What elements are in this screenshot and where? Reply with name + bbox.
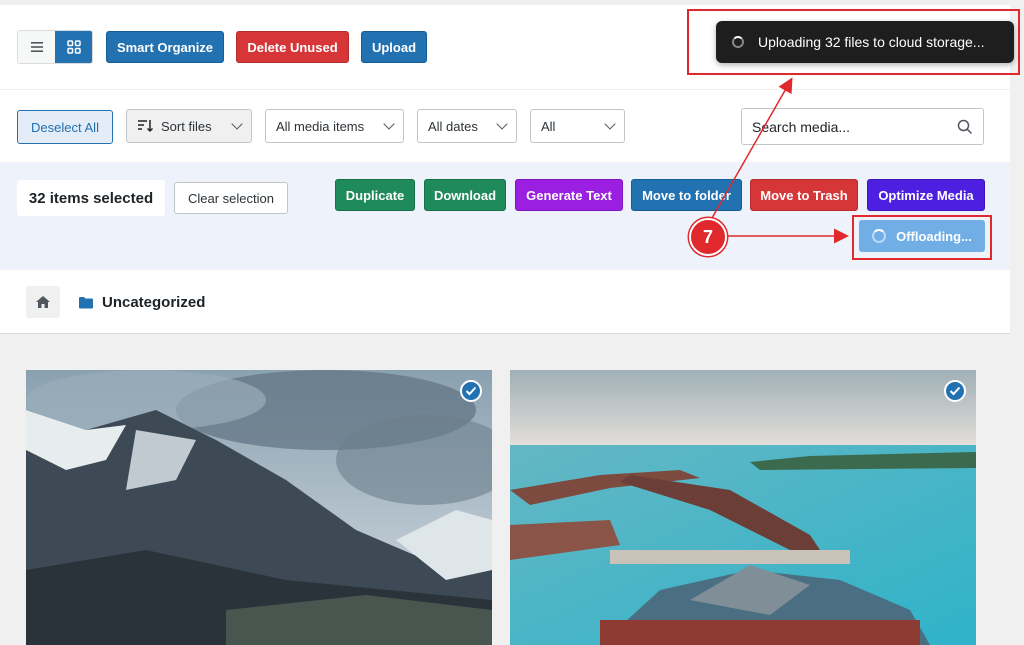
selected-check-icon[interactable] bbox=[944, 380, 966, 402]
sort-icon bbox=[138, 120, 153, 133]
breadcrumb-folder[interactable]: Uncategorized bbox=[102, 294, 205, 311]
chevron-down-icon bbox=[604, 118, 616, 130]
home-button[interactable] bbox=[26, 286, 60, 318]
media-thumbnail[interactable] bbox=[510, 370, 976, 645]
chevron-down-icon bbox=[231, 118, 243, 130]
list-icon bbox=[30, 42, 43, 52]
mountain-image bbox=[26, 370, 492, 645]
chevron-down-icon bbox=[383, 118, 395, 130]
selected-check-icon[interactable] bbox=[460, 380, 482, 402]
offload-highlight-box bbox=[852, 215, 992, 260]
list-view-button[interactable] bbox=[18, 31, 55, 63]
grid-view-button[interactable] bbox=[55, 31, 92, 63]
media-type-select[interactable]: All media items bbox=[265, 109, 404, 143]
deselect-all-button[interactable]: Deselect All bbox=[17, 110, 113, 144]
resort-image bbox=[510, 370, 976, 645]
folder-icon bbox=[79, 296, 93, 308]
chevron-down-icon bbox=[496, 118, 508, 130]
search-icon[interactable] bbox=[957, 119, 973, 135]
view-toggle bbox=[17, 30, 93, 64]
breadcrumb: Uncategorized bbox=[78, 292, 205, 312]
generate-text-button[interactable]: Generate Text bbox=[515, 179, 623, 211]
upload-button[interactable]: Upload bbox=[361, 31, 427, 63]
duplicate-button[interactable]: Duplicate bbox=[335, 179, 415, 211]
all-value: All bbox=[541, 118, 556, 134]
sort-files-button[interactable]: Sort files bbox=[126, 109, 252, 143]
smart-organize-button[interactable]: Smart Organize bbox=[106, 31, 224, 63]
delete-unused-button[interactable]: Delete Unused bbox=[236, 31, 349, 63]
home-icon bbox=[36, 296, 50, 308]
grid-icon bbox=[66, 40, 81, 54]
selected-count: 32 items selected bbox=[17, 180, 165, 216]
move-to-trash-button[interactable]: Move to Trash bbox=[750, 179, 858, 211]
dates-select[interactable]: All dates bbox=[417, 109, 517, 143]
search-input[interactable]: Search media... bbox=[741, 108, 984, 145]
clear-selection-button[interactable]: Clear selection bbox=[174, 182, 288, 214]
move-to-folder-button[interactable]: Move to folder bbox=[631, 179, 742, 211]
download-button[interactable]: Download bbox=[424, 179, 506, 211]
all-select[interactable]: All bbox=[530, 109, 625, 143]
dates-value: All dates bbox=[428, 118, 478, 134]
sort-files-label: Sort files bbox=[161, 118, 212, 134]
toast-highlight-box bbox=[687, 9, 1020, 75]
media-type-value: All media items bbox=[276, 118, 365, 134]
media-thumbnail[interactable] bbox=[26, 370, 492, 645]
search-placeholder: Search media... bbox=[752, 118, 851, 135]
optimize-media-button[interactable]: Optimize Media bbox=[867, 179, 985, 211]
step-badge: 7 bbox=[689, 218, 727, 256]
